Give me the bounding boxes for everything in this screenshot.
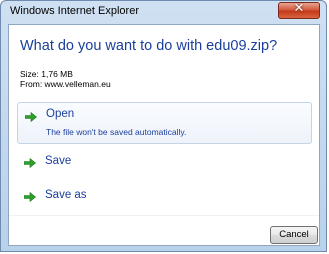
dialog-content: What do you want to do with edu09.zip? S… xyxy=(8,24,320,246)
file-info: Size: 1,76 MB From: www.velleman.eu xyxy=(20,69,111,89)
window-title: Windows Internet Explorer xyxy=(10,5,139,17)
save-as-option-label: Save as xyxy=(45,189,87,201)
file-source: From: www.velleman.eu xyxy=(20,79,111,89)
close-button[interactable]: ✕ xyxy=(278,1,320,19)
divider xyxy=(9,215,319,216)
file-size: Size: 1,76 MB xyxy=(20,69,73,79)
open-option[interactable]: Open The file won't be saved automatical… xyxy=(17,102,312,144)
title-bar[interactable]: Windows Internet Explorer ✕ xyxy=(1,1,326,23)
cancel-button[interactable]: Cancel xyxy=(270,226,318,244)
dialog-window: Windows Internet Explorer ✕ What do you … xyxy=(0,0,327,252)
open-option-description: The file won't be saved automatically. xyxy=(46,127,187,137)
green-arrow-icon xyxy=(24,158,36,168)
save-option-label: Save xyxy=(45,155,72,167)
dialog-heading: What do you want to do with edu09.zip? xyxy=(20,38,278,54)
open-option-label: Open xyxy=(46,108,75,120)
green-arrow-icon xyxy=(24,192,36,202)
save-option[interactable]: Save xyxy=(17,151,312,175)
green-arrow-icon xyxy=(25,112,37,122)
save-as-option[interactable]: Save as xyxy=(17,185,312,209)
close-icon: ✕ xyxy=(293,1,305,16)
